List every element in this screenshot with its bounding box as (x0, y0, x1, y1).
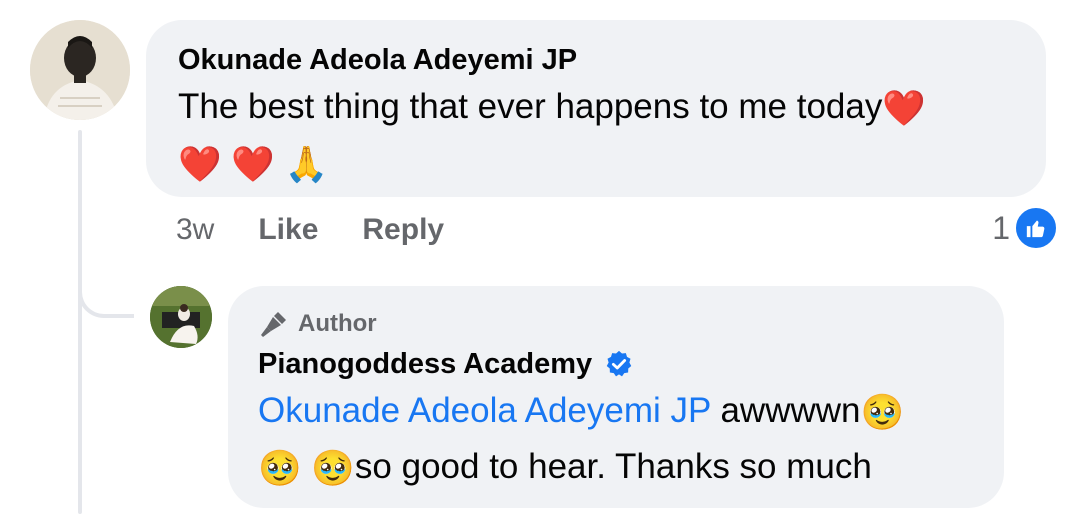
author-badge: Author (258, 306, 974, 342)
reply-text: Okunade Adeola Adeyemi JP awwwwn🥹 🥹 🥹so … (258, 384, 974, 496)
reply-button[interactable]: Reply (362, 213, 444, 247)
comment-text: The best thing that ever happens to me t… (178, 80, 1016, 192)
like-thumb-icon (1014, 206, 1058, 250)
pleading-face-icon: 🥹 (860, 392, 905, 432)
mention-link[interactable]: Okunade Adeola Adeyemi JP (258, 391, 711, 430)
red-heart-icon: ❤️ (882, 88, 926, 128)
pleading-face-icon: 🥹 (258, 448, 302, 488)
thread-line-branch (78, 250, 134, 318)
comment-actions: 3w Like Reply (176, 208, 1056, 252)
comment-author[interactable]: Okunade Adeola Adeyemi JP (178, 42, 1016, 78)
reply-author[interactable]: Pianogoddess Academy (258, 346, 592, 382)
microphone-icon (261, 312, 286, 337)
pleading-face-icon: 🥹 (311, 448, 355, 488)
red-heart-icon: ❤️ (178, 144, 222, 184)
comment-timestamp[interactable]: 3w (176, 213, 214, 247)
like-button[interactable]: Like (258, 213, 318, 247)
verified-badge-icon (604, 349, 634, 379)
reaction-count: 1 (992, 209, 1010, 246)
comment-text-line: The best thing that ever happens to me t… (178, 87, 883, 126)
author-badge-label: Author (298, 310, 377, 337)
reply-text-part: awwwwn (710, 391, 861, 430)
avatar[interactable] (30, 20, 130, 120)
red-heart-icon: ❤️ (231, 144, 275, 184)
folded-hands-icon: 🙏 (284, 144, 329, 184)
reply-text-part: so good to hear. Thanks so much (354, 446, 872, 486)
reaction-summary[interactable]: 1 (992, 206, 1058, 250)
avatar[interactable] (150, 286, 212, 348)
comment-bubble: Okunade Adeola Adeyemi JP The best thing… (146, 20, 1046, 197)
thread-line (78, 130, 82, 514)
reply-bubble: Author Pianogoddess Academy Okunade Adeo… (228, 286, 1004, 508)
